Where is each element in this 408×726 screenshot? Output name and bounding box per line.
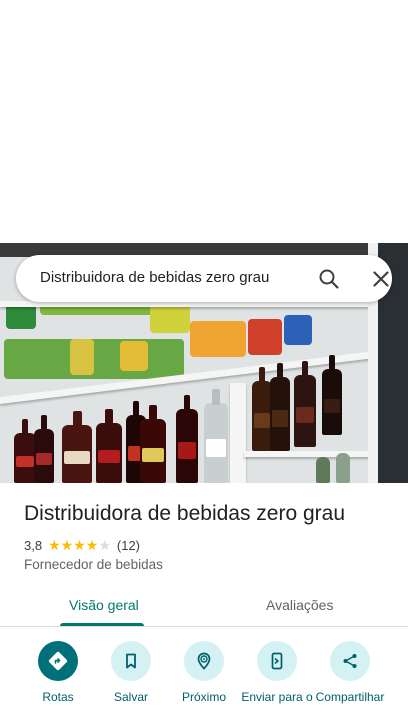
- save-button[interactable]: Salvar: [91, 641, 171, 704]
- bookmark-icon: [111, 641, 151, 681]
- snack-bag: [150, 303, 190, 333]
- shelf-divider: [230, 383, 246, 483]
- send-to-phone-icon: [257, 641, 297, 681]
- directions-icon: [38, 641, 78, 681]
- share-label: Compartilhar: [315, 690, 385, 704]
- snack-bag: [284, 315, 312, 345]
- star-filled-icon: ★: [48, 537, 61, 553]
- review-count[interactable]: (12): [117, 538, 140, 553]
- shelf: [244, 451, 370, 457]
- star-empty-icon: ★: [98, 537, 111, 553]
- bottle: [316, 457, 330, 483]
- map-area[interactable]: [0, 0, 408, 243]
- bottle: [62, 411, 92, 483]
- search-bar[interactable]: Distribuidora de bebidas zero grau: [16, 255, 392, 302]
- bottle: [96, 409, 122, 483]
- snack-bag: [70, 339, 94, 375]
- place-title: Distribuidora de bebidas zero grau: [24, 502, 346, 525]
- place-sheet: Distribuidora de bebidas zero grau 3,8 ★…: [0, 483, 408, 726]
- snack-bag: [120, 341, 148, 371]
- snack-bag: [190, 321, 246, 357]
- directions-label: Rotas: [42, 690, 74, 704]
- close-icon[interactable]: [369, 267, 393, 291]
- bottle: [294, 361, 316, 447]
- save-label: Salvar: [113, 690, 148, 704]
- star-filled-icon: ★: [73, 537, 86, 553]
- nearby-label: Próximo: [181, 690, 226, 704]
- nearby-button[interactable]: Próximo: [164, 641, 244, 704]
- bottle: [270, 363, 290, 451]
- share-button[interactable]: Compartilhar: [310, 641, 390, 704]
- bottle: [252, 367, 272, 451]
- bottle: [140, 405, 166, 483]
- send-to-phone-button[interactable]: Enviar para o: [237, 641, 317, 704]
- tab-overview[interactable]: Visão geral: [69, 597, 139, 613]
- snack-bag: [4, 339, 184, 379]
- search-query[interactable]: Distribuidora de bebidas zero grau: [40, 269, 269, 286]
- bottle: [204, 389, 228, 483]
- send-to-phone-label: Enviar para o: [241, 690, 313, 704]
- place-category[interactable]: Fornecedor de bebidas: [24, 557, 163, 572]
- bottle: [14, 419, 36, 483]
- tab-reviews[interactable]: Avaliações: [266, 597, 333, 613]
- rating-stars: ★ ★ ★ ★ ★: [48, 538, 111, 552]
- rating-value: 3,8: [24, 537, 43, 553]
- action-row: Rotas Salvar Próximo Enviar para o Compa…: [0, 641, 408, 726]
- active-tab-indicator: [60, 623, 144, 626]
- share-icon: [330, 641, 370, 681]
- snack-bag: [248, 319, 282, 355]
- nearby-icon: [184, 641, 224, 681]
- directions-button[interactable]: Rotas: [18, 641, 98, 704]
- search-icon[interactable]: [317, 267, 341, 291]
- star-filled-icon: ★: [85, 537, 99, 553]
- bottle: [34, 415, 54, 483]
- tab-bar: Visão geral Avaliações: [0, 593, 408, 627]
- bottle: [336, 453, 350, 483]
- rating-row[interactable]: 3,8 ★ ★ ★ ★ ★ (12): [24, 537, 140, 553]
- star-filled-icon: ★: [60, 537, 74, 553]
- bottle: [322, 355, 342, 435]
- bottle: [176, 395, 198, 483]
